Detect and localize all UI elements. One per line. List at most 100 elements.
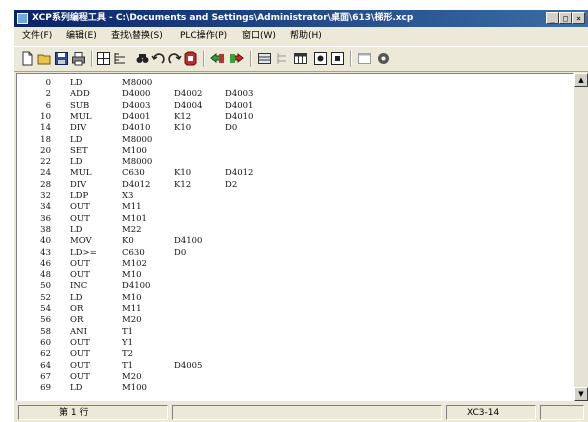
grid-icon[interactable]: [257, 51, 272, 66]
step-number: 20: [40, 145, 51, 156]
menu-window[interactable]: 窗口(W): [242, 28, 276, 44]
operand: X3: [122, 191, 134, 201]
step-number: 14: [40, 123, 51, 134]
maximize-button[interactable]: □: [559, 12, 572, 24]
operand: M101: [122, 213, 147, 224]
scroll-down-button[interactable]: ▼: [574, 387, 588, 401]
title-bar[interactable]: XCP系列编程工具 - C:\Documents and Settings\Ad…: [14, 10, 588, 27]
toolbar-separator: [350, 51, 352, 67]
step-number: 43: [40, 247, 51, 258]
operand: D4000: [122, 89, 151, 100]
status-plc-model: XC3-14: [446, 405, 536, 420]
menu-help[interactable]: 帮助(H): [290, 28, 322, 44]
operand: K10: [174, 123, 192, 134]
operand: D4001: [122, 111, 151, 122]
operand: D4003: [225, 89, 254, 100]
operand: M100: [122, 383, 147, 394]
operand: C630: [122, 247, 145, 258]
step-number: 67: [40, 371, 51, 382]
find-icon[interactable]: [135, 51, 150, 66]
menu-plc[interactable]: PLC操作(P): [180, 28, 227, 44]
scroll-up-button[interactable]: ▲: [574, 73, 588, 87]
instruction-mnemonic: OUT: [70, 337, 90, 348]
close-button[interactable]: ×: [572, 12, 585, 24]
monitor-icon[interactable]: [183, 51, 198, 66]
step-number: 48: [40, 270, 51, 281]
instruction-mnemonic: LD: [70, 292, 83, 303]
operand: D4100: [174, 236, 203, 247]
step-number: 36: [40, 213, 51, 224]
print-icon[interactable]: [71, 51, 86, 66]
instruction-mnemonic: SET: [70, 145, 88, 156]
step-number: 22: [40, 157, 51, 168]
app-window: XCP系列编程工具 - C:\Documents and Settings\Ad…: [14, 10, 588, 422]
instruction-mnemonic: ADD: [70, 89, 90, 100]
operand: D4010: [225, 111, 254, 122]
operand: M102: [122, 258, 147, 269]
menu-file[interactable]: 文件(F): [22, 28, 52, 44]
new-file-icon[interactable]: [20, 51, 35, 66]
window-title: XCP系列编程工具 - C:\Documents and Settings\Ad…: [32, 13, 414, 23]
save-icon[interactable]: [54, 51, 69, 66]
undo-icon[interactable]: [151, 51, 166, 66]
operand: M20: [122, 315, 142, 326]
tree-icon[interactable]: [275, 51, 290, 66]
operand: D4003: [122, 100, 151, 111]
operand: K12: [174, 179, 192, 190]
instruction-mnemonic: LD: [70, 383, 83, 394]
instruction-mnemonic: DIV: [70, 179, 87, 190]
operand: T1: [122, 326, 134, 337]
step-number: 2: [45, 89, 51, 100]
run-icon[interactable]: [313, 51, 328, 66]
vertical-scrollbar[interactable]: ▲ ▼: [574, 73, 588, 401]
step-number: 40: [40, 236, 51, 247]
menu-bar: 文件(F) 编辑(E) 查找\替换(S) PLC操作(P) 窗口(W) 帮助(H…: [14, 28, 588, 44]
operand: D4100: [122, 281, 151, 292]
window-icon[interactable]: [357, 51, 372, 66]
toolbar-separator: [250, 51, 252, 67]
instruction-mnemonic: OR: [70, 304, 84, 314]
instruction-mnemonic: OUT: [70, 213, 90, 224]
minimize-button[interactable]: _: [546, 12, 559, 24]
stop-icon[interactable]: [330, 51, 345, 66]
upload-icon[interactable]: [210, 51, 225, 66]
open-folder-icon[interactable]: [37, 51, 52, 66]
instruction-mnemonic: LD: [70, 134, 83, 145]
ladder-view-icon[interactable]: [96, 51, 111, 66]
step-number: 52: [40, 292, 51, 303]
step-number: 38: [40, 224, 51, 235]
instruction-mnemonic: INC: [70, 281, 88, 292]
step-number: 58: [40, 326, 51, 337]
step-number: 18: [40, 134, 51, 145]
operand: D0: [225, 123, 238, 134]
instruction-mnemonic: LD: [70, 224, 83, 235]
step-number: 10: [40, 111, 51, 122]
operand: M20: [122, 371, 142, 382]
operand: M10: [122, 292, 142, 303]
instruction-list-editor[interactable]: 0 LD M8000 2 ADD D4000 D4002 D4003 6 SUB D4003 D400…: [16, 73, 574, 401]
settings-icon[interactable]: [376, 51, 391, 66]
operand: M11: [122, 202, 142, 213]
step-number: 6: [45, 100, 51, 111]
toolbar-separator: [91, 51, 93, 67]
status-line-number: 第 1 行: [18, 405, 168, 420]
menu-find-replace[interactable]: 查找\替换(S): [111, 28, 163, 44]
operand: M22: [122, 224, 142, 235]
instruction-mnemonic: LD: [70, 157, 83, 168]
step-number: 0: [45, 78, 51, 88]
instruction-list-icon[interactable]: [113, 51, 128, 66]
instruction-mnemonic: ANI: [70, 326, 87, 337]
redo-icon[interactable]: [167, 51, 182, 66]
toolbar-separator: [203, 51, 205, 67]
download-icon[interactable]: [229, 51, 244, 66]
step-number: 28: [40, 179, 51, 190]
menu-edit[interactable]: 编辑(E): [66, 28, 97, 44]
instruction-mnemonic: OUT: [70, 202, 90, 213]
operand: D4001: [225, 100, 254, 111]
step-number: 50: [40, 281, 51, 292]
operand: D0: [174, 247, 187, 258]
instruction-mnemonic: OUT: [70, 371, 90, 382]
instruction-mnemonic: OUT: [70, 258, 90, 269]
table-icon[interactable]: [293, 51, 308, 66]
operand: M11: [122, 304, 142, 314]
